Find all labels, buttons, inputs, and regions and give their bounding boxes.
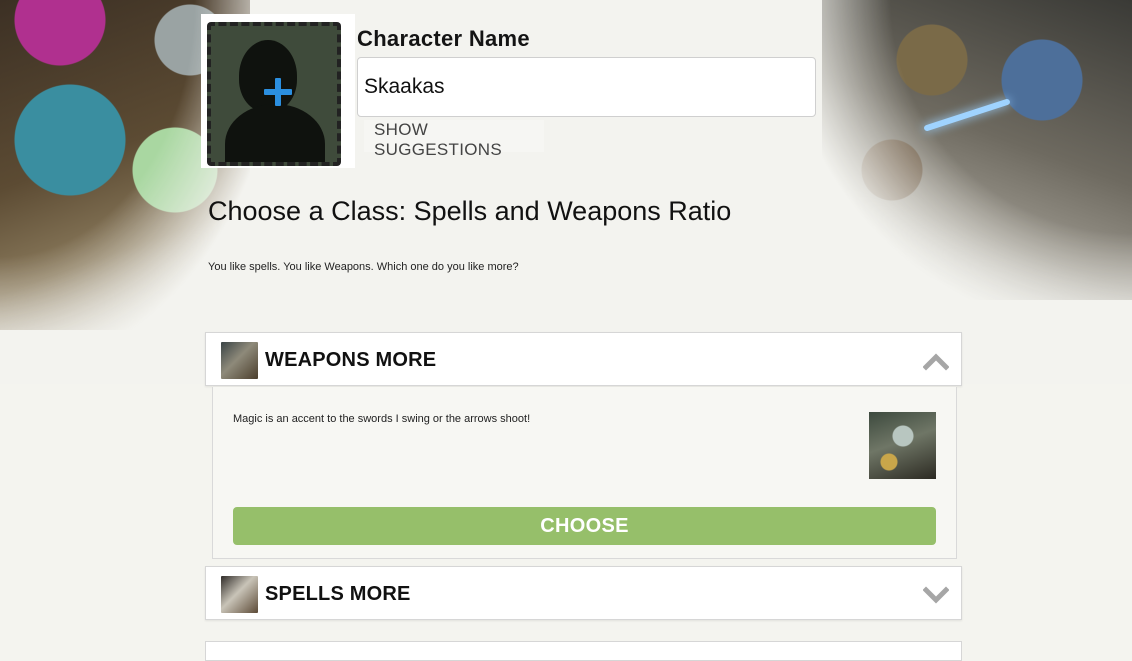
chevron-down-icon[interactable] [923,582,949,608]
option-title: SPELLS MORE [265,583,411,605]
option-weapons-more-panel: Magic is an accent to the swords I swing… [212,387,957,559]
section-description: You like spells. You like Weapons. Which… [208,261,519,273]
weapons-thumbnail [221,342,258,379]
show-suggestions-button[interactable]: SHOW SUGGESTIONS [364,120,544,159]
option-title: WEAPONS MORE [265,349,437,371]
page-title: Choose a Class: Spells and Weapons Ratio [208,196,732,226]
option-weapons-more-header[interactable]: WEAPONS MORE [205,332,962,386]
chevron-up-icon[interactable] [923,348,949,374]
choose-button[interactable]: CHOOSE [233,507,936,545]
warriors-artwork [822,0,1132,300]
silhouette-body-shape [225,104,325,162]
character-name-label: Character Name [357,26,530,51]
plus-icon [264,78,292,106]
character-name-input[interactable] [357,57,816,117]
weapons-class-image [869,412,936,479]
option-description: Magic is an accent to the swords I swing… [233,413,531,425]
next-option-header[interactable] [205,641,962,661]
add-portrait-button[interactable] [207,22,341,166]
option-spells-more-header[interactable]: SPELLS MORE [205,566,962,620]
portrait-container [201,14,355,168]
spells-thumbnail [221,576,258,613]
